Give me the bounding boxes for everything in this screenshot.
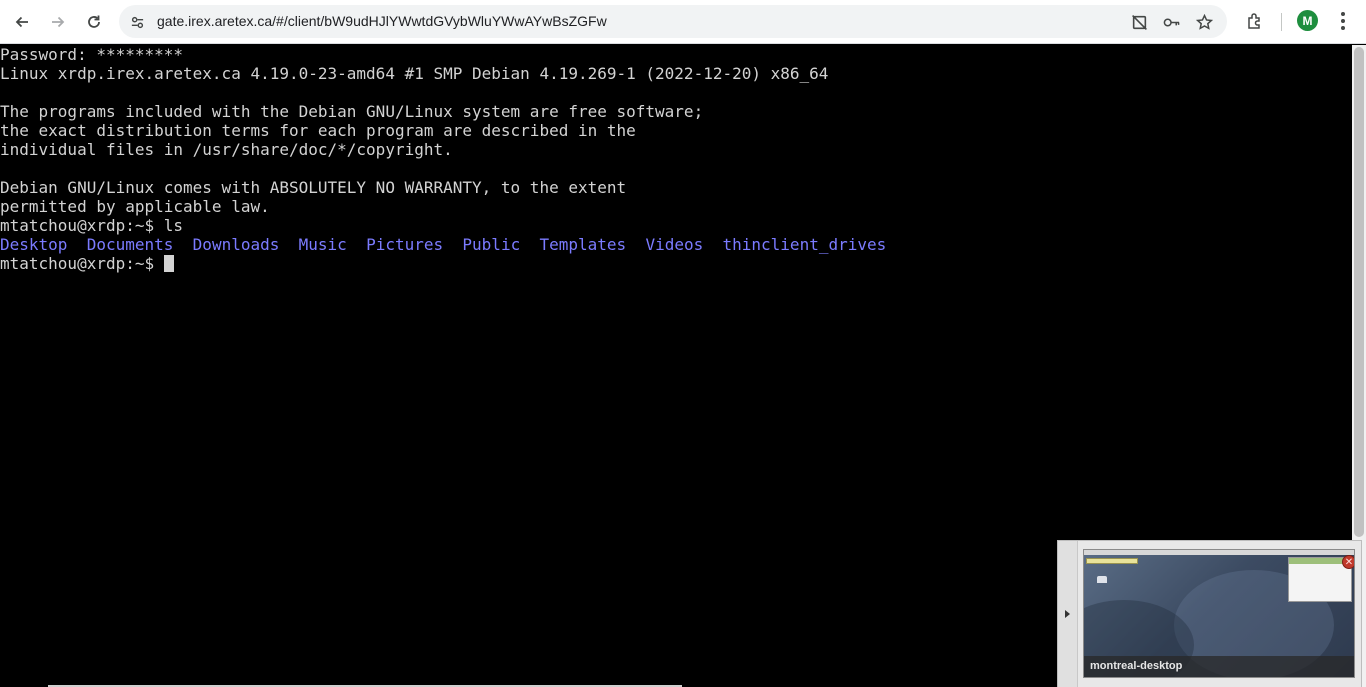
ls-entry: Templates [539,235,627,254]
expand-arrow-icon [1065,610,1070,618]
ls-entry: Desktop [0,235,68,254]
ls-entry: Pictures [366,235,444,254]
address-bar[interactable]: gate.irex.aretex.ca/#/client/bW9udHJlYWw… [119,5,1227,38]
browser-toolbar: gate.irex.aretex.ca/#/client/bW9udHJlYWw… [0,0,1366,44]
forward-icon [52,16,65,28]
ls-entry: Music [298,235,347,254]
terminal-line: permitted by applicable law. [0,197,270,216]
star-icon[interactable] [1193,11,1215,33]
terminal-cursor [164,255,175,272]
thumbnail-caption-bar: montreal-desktop [1084,656,1354,677]
close-icon[interactable]: ✕ [1342,555,1354,569]
ls-entry: Downloads [192,235,280,254]
remote-window-bar [1086,558,1138,564]
ls-entry: Videos [645,235,704,254]
terminal-line: The programs included with the Debian GN… [0,102,704,121]
menu-icon[interactable] [1333,10,1353,32]
shell-prompt: mtatchou@xrdp:~$ [0,254,155,273]
terminal-line: Debian GNU/Linux comes with ABSOLUTELY N… [0,178,627,197]
forward-button[interactable] [44,8,72,36]
reload-icon [88,15,100,28]
ls-entry: Documents [86,235,174,254]
ls-entry: thinclient_drives [722,235,887,254]
extensions-icon [1248,13,1260,29]
terminal-line: individual files in /usr/share/doc/*/cop… [0,140,453,159]
reload-button[interactable] [80,8,108,36]
back-button[interactable] [8,8,36,36]
thumbnail-toggle-button[interactable] [1058,541,1078,687]
remote-desktop-icon [1097,576,1107,583]
cast-blocked-icon[interactable] [1128,11,1150,33]
site-settings-icon[interactable] [127,12,147,32]
key-icon[interactable] [1160,11,1182,33]
terminal-line: Password: ********* [0,45,184,64]
remote-panel-bar [1084,550,1354,555]
toolbar-divider [1281,13,1282,31]
profile-avatar[interactable]: M [1297,10,1318,31]
terminal-line: mtatchou@xrdp:~$ ls [0,216,184,235]
ls-output-line: Desktop Documents Downloads Music Pictur… [0,235,886,254]
scrollbar-thumb[interactable] [1354,47,1364,537]
terminal-line: Linux xrdp.irex.aretex.ca 4.19.0-23-amd6… [0,64,829,83]
back-icon [15,16,28,28]
terminal-line: the exact distribution terms for each pr… [0,121,636,140]
connection-name: montreal-desktop [1090,660,1183,672]
prompt-line: mtatchou@xrdp:~$ [0,254,175,273]
ls-entry: Public [462,235,521,254]
extensions-button[interactable] [1243,9,1267,33]
connection-thumbnail[interactable]: ✕ montreal-desktop [1083,549,1355,678]
connection-thumbnail-panel: ✕ montreal-desktop [1057,540,1362,687]
url-text[interactable]: gate.irex.aretex.ca/#/client/bW9udHJlYWw… [157,13,607,29]
